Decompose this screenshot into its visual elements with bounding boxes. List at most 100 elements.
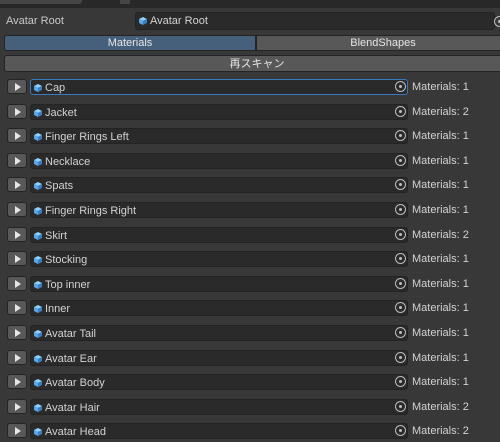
renderer-object-field[interactable]: Cap bbox=[30, 79, 408, 95]
object-picker-icon[interactable] bbox=[394, 129, 407, 142]
renderer-name: Stocking bbox=[45, 254, 88, 267]
gameobject-icon bbox=[34, 379, 42, 388]
object-picker-icon[interactable] bbox=[394, 80, 407, 93]
expand-play-button[interactable] bbox=[7, 325, 27, 340]
expand-play-button[interactable] bbox=[7, 300, 27, 316]
expand-play-button[interactable] bbox=[7, 226, 27, 242]
object-picker-icon[interactable] bbox=[394, 400, 407, 413]
materials-count: Materials: 1 bbox=[412, 81, 469, 93]
gameobject-icon bbox=[34, 280, 42, 289]
avatar-root-field[interactable]: Avatar Root bbox=[135, 12, 495, 30]
window-tab[interactable] bbox=[0, 0, 82, 4]
renderer-object-field[interactable]: Inner bbox=[30, 300, 408, 317]
renderer-name: Avatar Hair bbox=[45, 401, 100, 414]
gameobject-icon bbox=[34, 256, 42, 265]
renderer-object-field[interactable]: Jacket bbox=[30, 103, 408, 120]
materials-count: Materials: 1 bbox=[412, 327, 469, 339]
gameobject-icon bbox=[34, 157, 42, 166]
materials-count: Materials: 2 bbox=[412, 425, 469, 438]
list-item: Avatar Hair Materials: 2 bbox=[0, 396, 500, 418]
materials-count: Materials: 1 bbox=[412, 302, 469, 315]
object-picker-icon[interactable] bbox=[394, 252, 407, 265]
renderer-object-field[interactable]: Avatar Hair bbox=[30, 398, 408, 415]
object-picker-icon[interactable] bbox=[394, 351, 407, 364]
renderer-object-field[interactable]: Spats bbox=[30, 177, 408, 194]
gameobject-icon bbox=[34, 133, 42, 142]
list-item: Necklace Materials: 1 bbox=[0, 150, 500, 172]
window-tab-strip bbox=[0, 0, 500, 8]
list-item: Finger Rings Left Materials: 1 bbox=[0, 125, 500, 147]
materials-count: Materials: 2 bbox=[412, 400, 469, 413]
expand-play-button[interactable] bbox=[7, 423, 27, 439]
materials-count: Materials: 1 bbox=[412, 130, 469, 143]
object-picker-icon[interactable] bbox=[394, 154, 407, 167]
list-item: Avatar Tail Materials: 1 bbox=[0, 322, 500, 344]
expand-play-button[interactable] bbox=[7, 79, 27, 94]
object-picker-icon[interactable] bbox=[394, 326, 407, 339]
list-item: Inner Materials: 1 bbox=[0, 297, 500, 319]
renderer-name: Finger Rings Right bbox=[45, 205, 137, 217]
renderer-object-field[interactable]: Stocking bbox=[30, 251, 408, 268]
renderer-name: Necklace bbox=[45, 155, 91, 168]
materials-count: Materials: 1 bbox=[412, 376, 469, 389]
renderer-object-field[interactable]: Top inner bbox=[30, 275, 408, 292]
object-picker-icon[interactable] bbox=[394, 277, 407, 290]
renderer-name: Avatar Tail bbox=[45, 328, 96, 340]
list-item: Avatar Ear Materials: 1 bbox=[0, 347, 500, 369]
materials-count: Materials: 1 bbox=[412, 154, 469, 167]
gameobject-icon bbox=[34, 182, 42, 191]
materials-count: Materials: 1 bbox=[412, 253, 469, 266]
materials-count: Materials: 2 bbox=[412, 228, 469, 241]
renderer-object-field[interactable]: Avatar Ear bbox=[30, 349, 408, 366]
expand-play-button[interactable] bbox=[7, 177, 27, 193]
materials-count: Materials: 1 bbox=[412, 179, 469, 192]
window-tab-edge bbox=[120, 0, 130, 4]
expand-play-button[interactable] bbox=[7, 103, 27, 119]
list-item: Skirt Materials: 2 bbox=[0, 224, 500, 246]
rescan-button[interactable]: 再スキャン bbox=[4, 55, 500, 72]
materials-count: Materials: 1 bbox=[412, 204, 469, 216]
object-picker-icon[interactable] bbox=[493, 15, 500, 28]
tab-blendshapes[interactable]: BlendShapes bbox=[256, 35, 500, 51]
renderer-name: Spats bbox=[45, 180, 74, 193]
gameobject-icon bbox=[34, 108, 42, 117]
renderer-name: Cap bbox=[45, 82, 66, 94]
object-picker-icon[interactable] bbox=[394, 203, 407, 216]
expand-play-button[interactable] bbox=[7, 398, 27, 414]
gameobject-icon bbox=[34, 207, 42, 215]
list-item: Cap Materials: 1 bbox=[0, 76, 500, 98]
renderer-object-field[interactable]: Necklace bbox=[30, 152, 408, 169]
expand-play-button[interactable] bbox=[7, 349, 27, 365]
object-picker-icon[interactable] bbox=[394, 424, 407, 437]
renderer-name: Skirt bbox=[45, 229, 67, 242]
list-item: Avatar Head Materials: 2 bbox=[0, 420, 500, 442]
expand-play-button[interactable] bbox=[7, 275, 27, 291]
gameobject-icon bbox=[34, 330, 42, 338]
gameobject-icon bbox=[139, 17, 147, 25]
expand-play-button[interactable] bbox=[7, 374, 27, 390]
expand-play-button[interactable] bbox=[7, 251, 27, 267]
tab-materials[interactable]: Materials bbox=[4, 35, 256, 51]
object-picker-icon[interactable] bbox=[394, 301, 407, 314]
renderer-object-field[interactable]: Finger Rings Left bbox=[30, 128, 408, 145]
avatar-root-label: Avatar Root bbox=[6, 15, 64, 27]
renderer-name: Avatar Ear bbox=[45, 352, 97, 365]
avatar-root-value: Avatar Root bbox=[150, 15, 208, 27]
object-picker-icon[interactable] bbox=[394, 228, 407, 241]
renderer-object-field[interactable]: Avatar Body bbox=[30, 374, 408, 391]
expand-play-button[interactable] bbox=[7, 128, 27, 144]
avatar-root-row: Avatar Root Avatar Root bbox=[0, 12, 500, 31]
tab-bar: Materials BlendShapes bbox=[4, 35, 500, 51]
renderer-object-field[interactable]: Avatar Head bbox=[30, 423, 408, 440]
expand-play-button[interactable] bbox=[7, 202, 27, 217]
renderer-object-field[interactable]: Skirt bbox=[30, 226, 408, 243]
object-picker-icon[interactable] bbox=[394, 105, 407, 118]
object-picker-icon[interactable] bbox=[394, 375, 407, 388]
renderer-object-field[interactable]: Finger Rings Right bbox=[30, 202, 408, 218]
gameobject-icon bbox=[34, 305, 42, 314]
object-picker-icon[interactable] bbox=[394, 178, 407, 191]
renderer-object-field[interactable]: Avatar Tail bbox=[30, 325, 408, 341]
expand-play-button[interactable] bbox=[7, 152, 27, 168]
renderer-name: Jacket bbox=[45, 106, 77, 119]
materials-count: Materials: 1 bbox=[412, 277, 469, 290]
